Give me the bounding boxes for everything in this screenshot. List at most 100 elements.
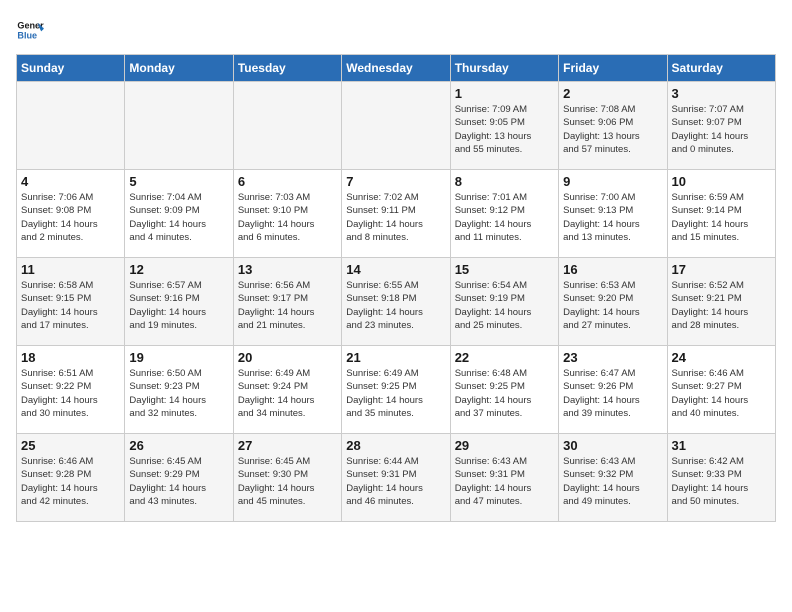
day-number: 2 — [563, 86, 662, 101]
day-number: 21 — [346, 350, 445, 365]
day-info: Sunrise: 7:01 AM Sunset: 9:12 PM Dayligh… — [455, 191, 554, 244]
day-cell: 20 Sunrise: 6:49 AM Sunset: 9:24 PM Dayli… — [233, 346, 341, 434]
day-number: 7 — [346, 174, 445, 189]
day-info: Sunrise: 6:47 AM Sunset: 9:26 PM Dayligh… — [563, 367, 662, 420]
day-number: 23 — [563, 350, 662, 365]
day-info: Sunrise: 6:51 AM Sunset: 9:22 PM Dayligh… — [21, 367, 120, 420]
day-info: Sunrise: 6:52 AM Sunset: 9:21 PM Dayligh… — [672, 279, 771, 332]
header-row: SundayMondayTuesdayWednesdayThursdayFrid… — [17, 55, 776, 82]
day-info: Sunrise: 6:44 AM Sunset: 9:31 PM Dayligh… — [346, 455, 445, 508]
day-info: Sunrise: 7:02 AM Sunset: 9:11 PM Dayligh… — [346, 191, 445, 244]
day-number: 12 — [129, 262, 228, 277]
day-info: Sunrise: 6:50 AM Sunset: 9:23 PM Dayligh… — [129, 367, 228, 420]
header-tuesday: Tuesday — [233, 55, 341, 82]
day-info: Sunrise: 6:45 AM Sunset: 9:30 PM Dayligh… — [238, 455, 337, 508]
day-info: Sunrise: 6:43 AM Sunset: 9:31 PM Dayligh… — [455, 455, 554, 508]
day-number: 14 — [346, 262, 445, 277]
day-info: Sunrise: 7:07 AM Sunset: 9:07 PM Dayligh… — [672, 103, 771, 156]
day-info: Sunrise: 6:53 AM Sunset: 9:20 PM Dayligh… — [563, 279, 662, 332]
day-info: Sunrise: 6:57 AM Sunset: 9:16 PM Dayligh… — [129, 279, 228, 332]
day-number: 30 — [563, 438, 662, 453]
header-saturday: Saturday — [667, 55, 775, 82]
calendar-table: SundayMondayTuesdayWednesdayThursdayFrid… — [16, 54, 776, 522]
day-number: 31 — [672, 438, 771, 453]
day-cell — [233, 82, 341, 170]
day-cell: 19 Sunrise: 6:50 AM Sunset: 9:23 PM Dayli… — [125, 346, 233, 434]
day-cell: 29 Sunrise: 6:43 AM Sunset: 9:31 PM Dayli… — [450, 434, 558, 522]
day-cell: 10 Sunrise: 6:59 AM Sunset: 9:14 PM Dayli… — [667, 170, 775, 258]
day-info: Sunrise: 6:49 AM Sunset: 9:24 PM Dayligh… — [238, 367, 337, 420]
week-row-0: 1 Sunrise: 7:09 AM Sunset: 9:05 PM Daylig… — [17, 82, 776, 170]
day-number: 24 — [672, 350, 771, 365]
day-cell: 9Sunrise: 7:00 AM Sunset: 9:13 PM Daylig… — [559, 170, 667, 258]
day-number: 3 — [672, 86, 771, 101]
day-info: Sunrise: 6:55 AM Sunset: 9:18 PM Dayligh… — [346, 279, 445, 332]
header: General Blue — [16, 16, 776, 44]
day-number: 29 — [455, 438, 554, 453]
day-info: Sunrise: 6:49 AM Sunset: 9:25 PM Dayligh… — [346, 367, 445, 420]
day-cell: 13 Sunrise: 6:56 AM Sunset: 9:17 PM Dayli… — [233, 258, 341, 346]
day-number: 10 — [672, 174, 771, 189]
day-number: 16 — [563, 262, 662, 277]
day-cell: 15 Sunrise: 6:54 AM Sunset: 9:19 PM Dayli… — [450, 258, 558, 346]
day-cell: 12 Sunrise: 6:57 AM Sunset: 9:16 PM Dayli… — [125, 258, 233, 346]
svg-text:Blue: Blue — [17, 30, 37, 40]
header-monday: Monday — [125, 55, 233, 82]
day-cell: 5 Sunrise: 7:04 AM Sunset: 9:09 PM Daylig… — [125, 170, 233, 258]
day-number: 25 — [21, 438, 120, 453]
day-cell: 30 Sunrise: 6:43 AM Sunset: 9:32 PM Dayli… — [559, 434, 667, 522]
header-wednesday: Wednesday — [342, 55, 450, 82]
week-row-3: 18 Sunrise: 6:51 AM Sunset: 9:22 PM Dayli… — [17, 346, 776, 434]
day-number: 15 — [455, 262, 554, 277]
day-cell: 1 Sunrise: 7:09 AM Sunset: 9:05 PM Daylig… — [450, 82, 558, 170]
day-cell: 18 Sunrise: 6:51 AM Sunset: 9:22 PM Dayli… — [17, 346, 125, 434]
day-number: 20 — [238, 350, 337, 365]
day-number: 1 — [455, 86, 554, 101]
day-cell: 24Sunrise: 6:46 AM Sunset: 9:27 PM Dayli… — [667, 346, 775, 434]
day-cell: 26 Sunrise: 6:45 AM Sunset: 9:29 PM Dayli… — [125, 434, 233, 522]
day-cell: 11Sunrise: 6:58 AM Sunset: 9:15 PM Dayli… — [17, 258, 125, 346]
day-number: 5 — [129, 174, 228, 189]
day-info: Sunrise: 6:58 AM Sunset: 9:15 PM Dayligh… — [21, 279, 120, 332]
day-info: Sunrise: 6:46 AM Sunset: 9:28 PM Dayligh… — [21, 455, 120, 508]
logo: General Blue — [16, 16, 44, 44]
day-number: 22 — [455, 350, 554, 365]
day-info: Sunrise: 7:00 AM Sunset: 9:13 PM Dayligh… — [563, 191, 662, 244]
day-cell: 21 Sunrise: 6:49 AM Sunset: 9:25 PM Dayli… — [342, 346, 450, 434]
calendar-body: 1 Sunrise: 7:09 AM Sunset: 9:05 PM Daylig… — [17, 82, 776, 522]
day-number: 18 — [21, 350, 120, 365]
calendar-header: SundayMondayTuesdayWednesdayThursdayFrid… — [17, 55, 776, 82]
week-row-4: 25 Sunrise: 6:46 AM Sunset: 9:28 PM Dayli… — [17, 434, 776, 522]
day-info: Sunrise: 6:48 AM Sunset: 9:25 PM Dayligh… — [455, 367, 554, 420]
day-number: 27 — [238, 438, 337, 453]
day-info: Sunrise: 6:43 AM Sunset: 9:32 PM Dayligh… — [563, 455, 662, 508]
day-cell: 23 Sunrise: 6:47 AM Sunset: 9:26 PM Dayli… — [559, 346, 667, 434]
day-cell: 4 Sunrise: 7:06 AM Sunset: 9:08 PM Daylig… — [17, 170, 125, 258]
day-number: 17 — [672, 262, 771, 277]
day-cell — [17, 82, 125, 170]
day-info: Sunrise: 7:09 AM Sunset: 9:05 PM Dayligh… — [455, 103, 554, 156]
day-number: 26 — [129, 438, 228, 453]
day-number: 13 — [238, 262, 337, 277]
day-info: Sunrise: 6:45 AM Sunset: 9:29 PM Dayligh… — [129, 455, 228, 508]
day-number: 4 — [21, 174, 120, 189]
day-cell: 3 Sunrise: 7:07 AM Sunset: 9:07 PM Daylig… — [667, 82, 775, 170]
day-cell — [125, 82, 233, 170]
day-info: Sunrise: 6:56 AM Sunset: 9:17 PM Dayligh… — [238, 279, 337, 332]
day-info: Sunrise: 7:06 AM Sunset: 9:08 PM Dayligh… — [21, 191, 120, 244]
day-cell: 22 Sunrise: 6:48 AM Sunset: 9:25 PM Dayli… — [450, 346, 558, 434]
day-number: 19 — [129, 350, 228, 365]
day-info: Sunrise: 7:04 AM Sunset: 9:09 PM Dayligh… — [129, 191, 228, 244]
day-info: Sunrise: 6:59 AM Sunset: 9:14 PM Dayligh… — [672, 191, 771, 244]
day-cell: 28 Sunrise: 6:44 AM Sunset: 9:31 PM Dayli… — [342, 434, 450, 522]
day-cell: 27 Sunrise: 6:45 AM Sunset: 9:30 PM Dayli… — [233, 434, 341, 522]
day-cell: 14 Sunrise: 6:55 AM Sunset: 9:18 PM Dayli… — [342, 258, 450, 346]
day-cell: 8Sunrise: 7:01 AM Sunset: 9:12 PM Daylig… — [450, 170, 558, 258]
day-info: Sunrise: 6:54 AM Sunset: 9:19 PM Dayligh… — [455, 279, 554, 332]
day-info: Sunrise: 7:03 AM Sunset: 9:10 PM Dayligh… — [238, 191, 337, 244]
logo-icon: General Blue — [16, 16, 44, 44]
day-number: 6 — [238, 174, 337, 189]
day-cell: 2Sunrise: 7:08 AM Sunset: 9:06 PM Daylig… — [559, 82, 667, 170]
day-number: 28 — [346, 438, 445, 453]
day-cell — [342, 82, 450, 170]
